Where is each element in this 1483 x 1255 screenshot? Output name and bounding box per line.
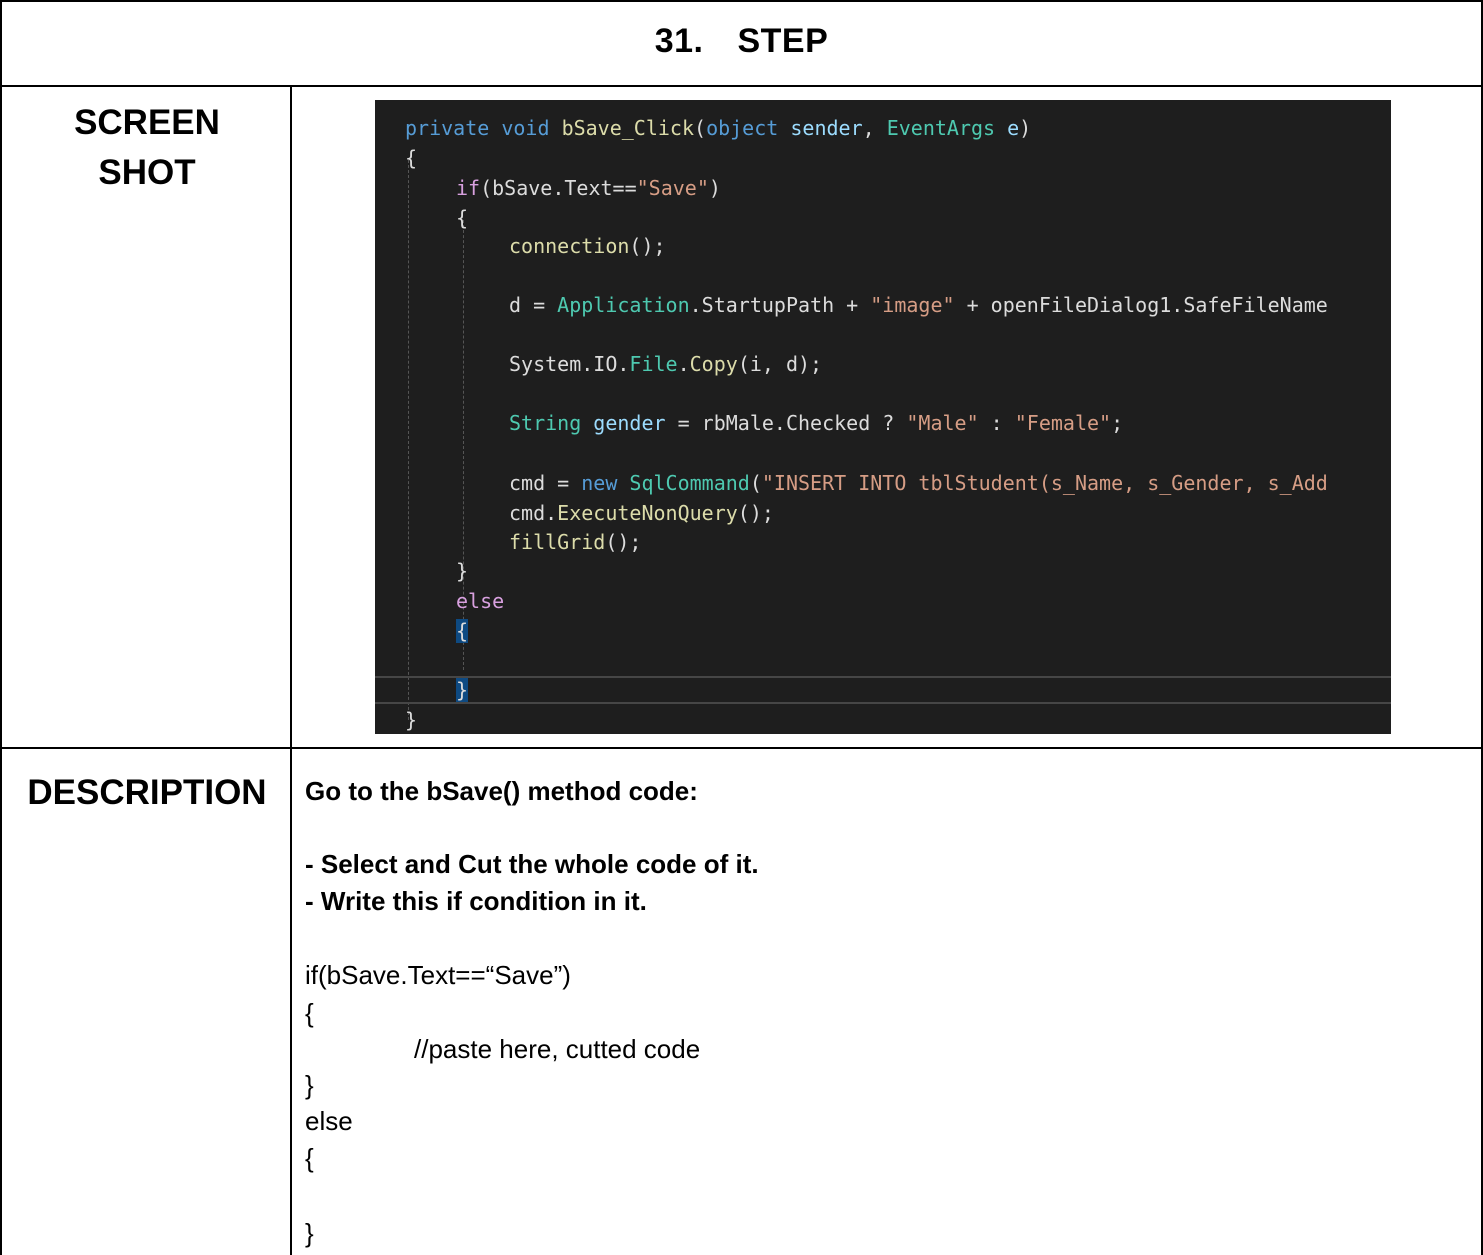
indent-guide-1 [408, 160, 409, 720]
step-title: 31. STEP [0, 22, 1483, 61]
code-line: { [456, 206, 469, 230]
code-line: } [456, 678, 469, 702]
description-code-line: } [305, 1070, 314, 1100]
description-code-line: { [305, 998, 314, 1028]
code-line: { [405, 146, 418, 170]
description-code-line: } [305, 1218, 314, 1248]
code-line: d = Application.StartupPath + "image" + … [509, 293, 1328, 317]
code-line: fillGrid(); [509, 530, 642, 554]
screenshot-label-line2: SHOT [98, 153, 196, 192]
step-number: 31. [654, 22, 704, 60]
code-line: String gender = rbMale.Checked ? "Male" … [509, 411, 1124, 435]
description-code-line: else [305, 1106, 353, 1136]
table-border-title [0, 85, 1483, 87]
code-line: } [405, 708, 418, 732]
description-code-line: //paste here, cutted code [414, 1034, 701, 1064]
description-bullet: - Select and Cut the whole code of it. [305, 849, 759, 879]
step-label: STEP [737, 22, 829, 60]
code-line: { [456, 619, 469, 643]
code-line: else [456, 589, 505, 613]
screenshot-label-line1: SCREEN [74, 103, 220, 142]
code-line: System.IO.File.Copy(i, d); [509, 352, 823, 376]
description-label: DESCRIPTION [27, 773, 267, 812]
description-bullet: - Write this if condition in it. [305, 886, 647, 916]
table-border-top [0, 0, 1483, 2]
code-line: private void bSave_Click(object sender, … [405, 116, 1032, 140]
description-code-line: if(bSave.Text==“Save”) [305, 960, 571, 990]
step-table: 31. STEP SCREEN SHOT DESCRIPTION private … [0, 0, 1483, 1255]
description-code-line: { [305, 1143, 314, 1173]
code-line: connection(); [509, 234, 666, 258]
description-intro: Go to the bSave() method code: [305, 776, 698, 806]
code-line: if(bSave.Text=="Save") [456, 176, 721, 200]
table-column-divider [290, 85, 292, 1255]
code-line: } [456, 559, 469, 583]
code-line: cmd = new SqlCommand("INSERT INTO tblStu… [509, 471, 1328, 495]
table-border-middle [0, 747, 1483, 749]
screenshot-label: SCREEN SHOT [2, 98, 292, 198]
current-line-highlight [375, 676, 1391, 704]
code-line: cmd.ExecuteNonQuery(); [509, 501, 774, 525]
code-screenshot: private void bSave_Click(object sender, … [375, 100, 1391, 734]
